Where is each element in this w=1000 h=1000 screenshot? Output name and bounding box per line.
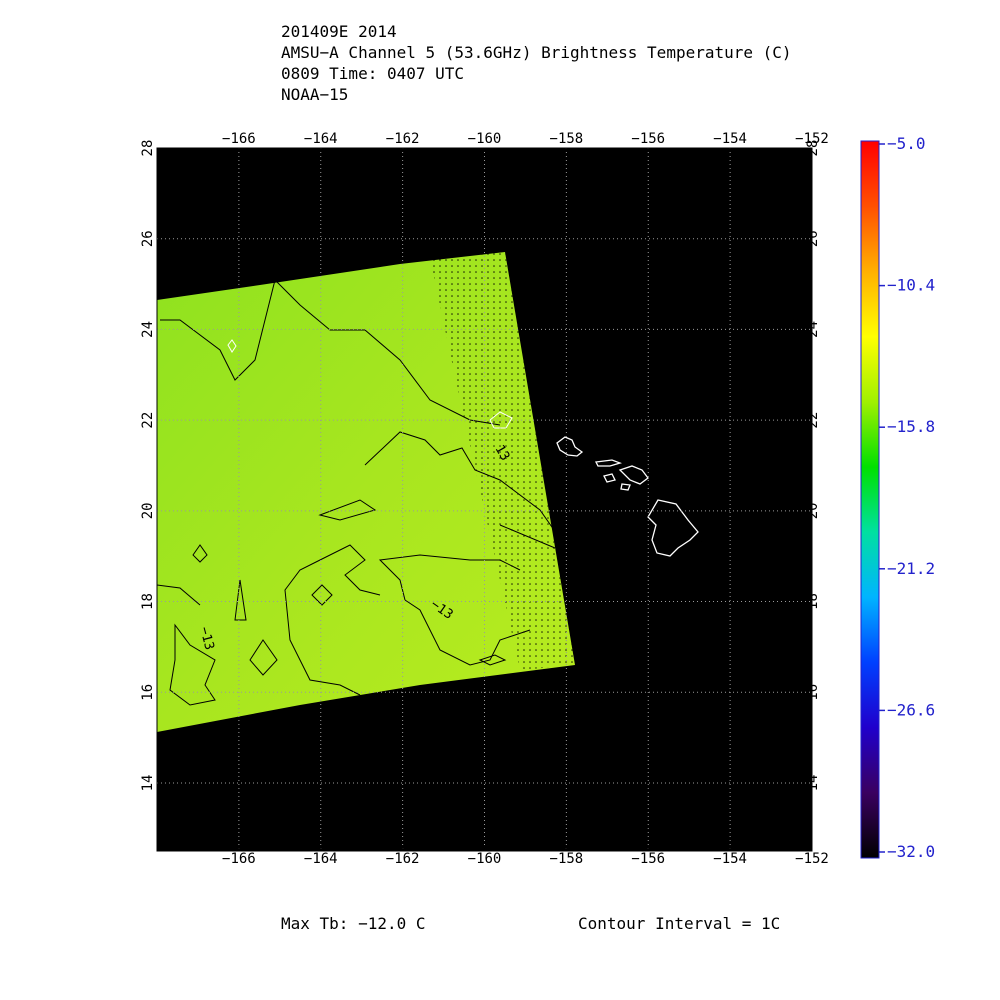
- lat-tick-label: 22: [805, 412, 821, 429]
- map-canvas: −13 −13 13 −166−166−164−164−162−162−160−…: [140, 131, 935, 867]
- lat-tick-label: 18: [805, 593, 821, 610]
- colorbar-tick-label: −32.0: [887, 842, 935, 861]
- data-swath: [157, 252, 576, 732]
- colorbar-ticks: −5.0 −10.4 −15.8 −21.2 −26.6 −32.0: [879, 134, 935, 861]
- lon-tick-label: −164: [304, 851, 338, 867]
- lon-tick-label: −162: [386, 131, 420, 147]
- lon-tick-label: −166: [222, 131, 256, 147]
- colorbar-tick-label: −26.6: [887, 700, 935, 719]
- colorbar-tick-label: −15.8: [887, 417, 935, 436]
- lat-tick-label: 18: [140, 593, 156, 610]
- lat-tick-label: 20: [805, 502, 821, 519]
- lat-tick-label: 22: [140, 412, 156, 429]
- lat-tick-label: 28: [140, 140, 156, 157]
- lon-tick-label: −160: [468, 851, 502, 867]
- lon-tick-label: −158: [550, 131, 584, 147]
- colorbar-tick-label: −5.0: [887, 134, 926, 153]
- lon-tick-label: −158: [550, 851, 584, 867]
- lat-tick-label: 26: [805, 230, 821, 247]
- lon-tick-label: −166: [222, 851, 256, 867]
- colorbar-tick-label: −10.4: [887, 276, 935, 295]
- lat-tick-label: 26: [140, 230, 156, 247]
- contour-interval-label: Contour Interval = 1C: [578, 914, 781, 933]
- lat-tick-label: 28: [805, 140, 821, 157]
- colorbar-tick-label: −21.2: [887, 559, 935, 578]
- lon-tick-label: −154: [713, 851, 747, 867]
- lat-tick-label: 20: [140, 502, 156, 519]
- lat-tick-label: 24: [805, 321, 821, 338]
- lat-tick-label: 24: [140, 321, 156, 338]
- lat-tick-label: 14: [140, 775, 156, 792]
- lon-tick-label: −154: [713, 131, 747, 147]
- satellite-map-figure: 201409E 2014 AMSU−A Channel 5 (53.6GHz) …: [0, 0, 1000, 1000]
- lat-tick-label: 16: [805, 684, 821, 701]
- lon-tick-label: −162: [386, 851, 420, 867]
- colorbar: [860, 140, 880, 859]
- lon-tick-label: −164: [304, 131, 338, 147]
- lon-tick-label: −152: [795, 851, 829, 867]
- lon-tick-label: −156: [631, 131, 665, 147]
- lon-tick-label: −160: [468, 131, 502, 147]
- lat-tick-label: 14: [805, 775, 821, 792]
- lat-tick-label: 16: [140, 684, 156, 701]
- max-tb-label: Max Tb: −12.0 C: [281, 914, 426, 933]
- lon-tick-label: −156: [631, 851, 665, 867]
